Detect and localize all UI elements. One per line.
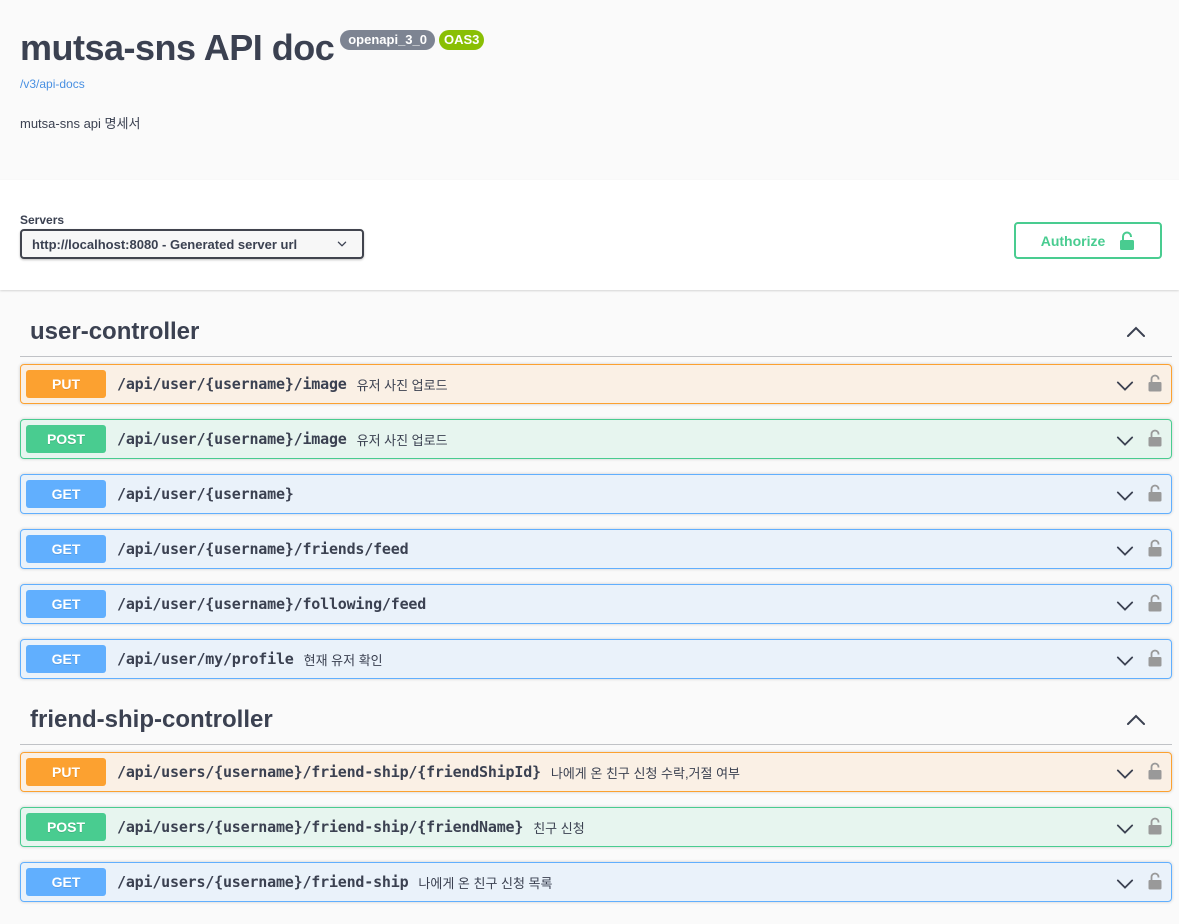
opblock-get[interactable]: GET/api/users/{username}/friend-ship 나에게 … — [20, 862, 1172, 902]
method-badge: PUT — [26, 758, 106, 786]
operation-path: /api/users/{username}/friend-ship/{frien… — [117, 818, 524, 836]
method-badge: GET — [26, 590, 106, 618]
chevron-down-icon[interactable] — [1116, 765, 1134, 783]
api-docs-link[interactable]: /v3/api-docs — [20, 77, 85, 91]
lock-icon[interactable] — [1148, 872, 1162, 890]
tag-title: user-controller — [30, 318, 200, 345]
chevron-down-icon — [337, 241, 347, 247]
chevron-down-icon[interactable] — [1116, 542, 1134, 560]
chevron-down-icon[interactable] — [1116, 377, 1134, 395]
lock-icon[interactable] — [1148, 374, 1162, 392]
opblock-get[interactable]: GET/api/user/{username}/friends/feed — [20, 529, 1172, 569]
tag-title: friend-ship-controller — [30, 706, 273, 733]
operation-path: /api/users/{username}/friend-ship — [117, 873, 409, 891]
chevron-down-icon[interactable] — [1116, 875, 1134, 893]
page-title: mutsa-sns API doc — [20, 27, 335, 68]
lock-open-icon — [1120, 231, 1135, 250]
method-badge: GET — [26, 480, 106, 508]
servers-label: Servers — [20, 213, 65, 227]
operation-summary: 유저 사진 업로드 — [356, 377, 448, 393]
opblock-get[interactable]: GET/api/user/my/profile 현재 유저 확인 — [20, 639, 1172, 679]
opblock-put[interactable]: PUT/api/users/{username}/friend-ship/{fr… — [20, 752, 1172, 792]
tag-header[interactable]: user-controller — [20, 308, 1172, 357]
opblock-get[interactable]: GET/api/user/{username} — [20, 474, 1172, 514]
opblock-post[interactable]: POST/api/user/{username}/image 유저 사진 업로드 — [20, 419, 1172, 459]
opblock-post[interactable]: POST/api/users/{username}/friend-ship/{f… — [20, 807, 1172, 847]
tag-section-friend-ship-controller: friend-ship-controller PUT/api/users/{use… — [20, 696, 1172, 902]
version-badge: openapi_3_0 — [340, 30, 435, 50]
chevron-down-icon[interactable] — [1116, 432, 1134, 450]
scheme-container: Servers http://localhost:8080 - Generate… — [0, 180, 1179, 290]
chevron-down-icon[interactable] — [1116, 597, 1134, 615]
operation-summary: 친구 신청 — [533, 820, 585, 836]
api-description: mutsa-sns api 명세서 — [20, 116, 141, 131]
info-section: mutsa-sns API doc openapi_3_0 OAS3 /v3/a… — [0, 0, 1179, 180]
operation-path: /api/user/{username}/following/feed — [117, 595, 427, 613]
servers-select[interactable]: http://localhost:8080 - Generated server… — [20, 229, 364, 259]
lock-icon[interactable] — [1148, 762, 1162, 780]
method-badge: GET — [26, 535, 106, 563]
opblock-put[interactable]: PUT/api/user/{username}/image 유저 사진 업로드 — [20, 364, 1172, 404]
lock-icon[interactable] — [1148, 817, 1162, 835]
operation-path: /api/user/{username}/image — [117, 430, 347, 448]
lock-icon[interactable] — [1148, 484, 1162, 502]
operation-path: /api/user/{username}/friends/feed — [117, 540, 409, 558]
chevron-down-icon[interactable] — [1116, 820, 1134, 838]
chevron-down-icon[interactable] — [1116, 652, 1134, 670]
operation-path: /api/user/my/profile — [117, 650, 294, 668]
operation-path: /api/users/{username}/friend-ship/{frien… — [117, 763, 541, 781]
method-badge: GET — [26, 868, 106, 896]
chevron-up-icon[interactable] — [1126, 322, 1146, 342]
operation-summary: 나에게 온 친구 신청 목록 — [418, 875, 553, 891]
authorize-label: Authorize — [1040, 232, 1106, 249]
operation-summary: 유저 사진 업로드 — [356, 432, 448, 448]
opblock-get[interactable]: GET/api/user/{username}/following/feed — [20, 584, 1172, 624]
method-badge: PUT — [26, 370, 106, 398]
lock-icon[interactable] — [1148, 429, 1162, 447]
method-badge: GET — [26, 645, 106, 673]
lock-icon[interactable] — [1148, 594, 1162, 612]
operation-path: /api/user/{username} — [117, 485, 294, 503]
tag-header[interactable]: friend-ship-controller — [20, 696, 1172, 745]
operation-summary: 나에게 온 친구 신청 수락,거절 여부 — [550, 765, 741, 781]
chevron-down-icon[interactable] — [1116, 487, 1134, 505]
authorize-button[interactable]: Authorize — [1014, 222, 1162, 259]
oas-badge: OAS3 — [439, 30, 485, 50]
chevron-up-icon[interactable] — [1126, 710, 1146, 730]
operation-path: /api/user/{username}/image — [117, 375, 347, 393]
operation-summary: 현재 유저 확인 — [303, 652, 383, 668]
method-badge: POST — [26, 813, 106, 841]
lock-icon[interactable] — [1148, 649, 1162, 667]
method-badge: POST — [26, 425, 106, 453]
tag-section-user-controller: user-controller PUT/api/user/{username}/i… — [20, 308, 1172, 679]
servers-selected-value: http://localhost:8080 - Generated server… — [32, 236, 298, 252]
title-row: mutsa-sns API doc openapi_3_0 OAS3 — [20, 26, 485, 70]
lock-icon[interactable] — [1148, 539, 1162, 557]
